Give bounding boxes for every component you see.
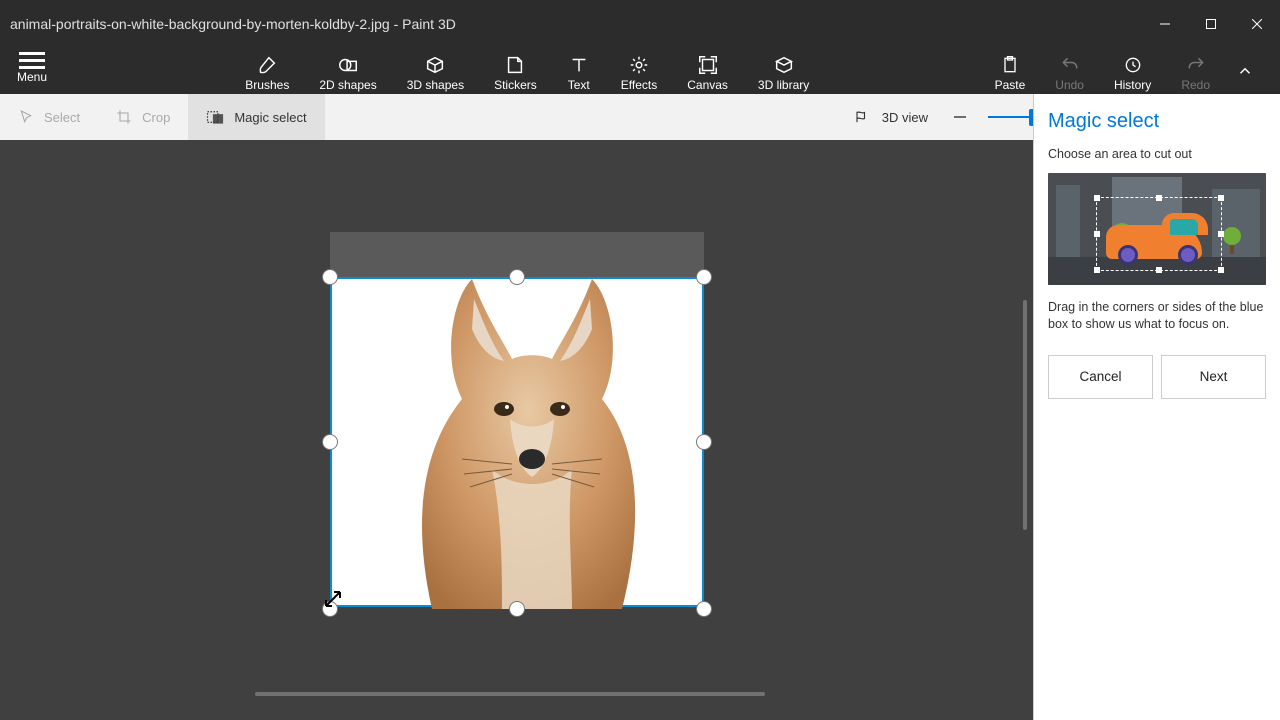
panel-hint: Drag in the corners or sides of the blue… — [1048, 299, 1266, 333]
zoom-out-button[interactable] — [946, 103, 974, 131]
next-button[interactable]: Next — [1161, 355, 1266, 399]
cancel-button[interactable]: Cancel — [1048, 355, 1153, 399]
panel-title: Magic select — [1048, 110, 1266, 133]
canvas-image — [392, 269, 652, 609]
undo-icon — [1058, 54, 1082, 76]
maximize-button[interactable] — [1188, 8, 1234, 40]
resize-handle-w[interactable] — [322, 434, 338, 450]
brush-icon — [255, 54, 279, 76]
magic-select-panel: Magic select Choose an area to cut out D… — [1033, 94, 1280, 720]
tool-magic-select[interactable]: Magic select — [188, 94, 324, 140]
crop-icon — [116, 109, 132, 125]
tool-crop: Crop — [98, 94, 188, 140]
redo-icon — [1184, 54, 1208, 76]
canvas-workspace[interactable] — [0, 140, 1033, 720]
ribbon-effects[interactable]: Effects — [617, 52, 661, 92]
resize-handle-se[interactable] — [696, 601, 712, 617]
flag-3d-icon — [854, 109, 872, 125]
stickers-icon — [503, 54, 527, 76]
panel-demo-image — [1048, 173, 1266, 285]
close-button[interactable] — [1234, 8, 1280, 40]
shapes-3d-icon — [423, 54, 447, 76]
panel-subtitle: Choose an area to cut out — [1048, 147, 1266, 161]
ribbon-3d-shapes[interactable]: 3D shapes — [403, 52, 468, 92]
ribbon: Menu Brushes 2D shapes 3D shapes Sticker… — [0, 48, 1280, 94]
ribbon-3d-library[interactable]: 3D library — [754, 52, 813, 92]
titlebar: animal-portraits-on-white-background-by-… — [0, 0, 1280, 48]
ribbon-redo: Redo — [1177, 52, 1214, 92]
effects-icon — [627, 54, 651, 76]
vertical-scrollbar[interactable] — [1023, 300, 1027, 530]
ribbon-brushes[interactable]: Brushes — [241, 52, 293, 92]
ribbon-undo: Undo — [1051, 52, 1088, 92]
menu-button[interactable]: Menu — [0, 48, 64, 94]
text-icon — [567, 54, 591, 76]
canvas-icon — [696, 54, 720, 76]
cursor-icon — [18, 109, 34, 125]
resize-handle-nw[interactable] — [322, 269, 338, 285]
tool-select: Select — [0, 94, 98, 140]
expand-panel-button[interactable] — [1236, 62, 1260, 85]
horizontal-scrollbar[interactable] — [255, 692, 765, 696]
paste-icon — [998, 54, 1022, 76]
ribbon-paste[interactable]: Paste — [991, 52, 1030, 92]
canvas-selection[interactable] — [330, 277, 704, 607]
resize-handle-n[interactable] — [509, 269, 525, 285]
ribbon-2d-shapes[interactable]: 2D shapes — [315, 52, 380, 92]
window-title: animal-portraits-on-white-background-by-… — [10, 16, 1142, 32]
tool-3d-view[interactable]: 3D view — [836, 94, 946, 140]
resize-handle-e[interactable] — [696, 434, 712, 450]
ribbon-stickers[interactable]: Stickers — [490, 52, 541, 92]
menu-icon — [19, 59, 45, 62]
resize-cursor-icon — [324, 590, 342, 608]
resize-handle-ne[interactable] — [696, 269, 712, 285]
ribbon-text[interactable]: Text — [563, 52, 595, 92]
ribbon-history[interactable]: History — [1110, 52, 1155, 92]
resize-handle-s[interactable] — [509, 601, 525, 617]
magic-select-icon — [206, 109, 224, 125]
shapes-2d-icon — [336, 54, 360, 76]
minimize-button[interactable] — [1142, 8, 1188, 40]
library-3d-icon — [772, 54, 796, 76]
ribbon-canvas[interactable]: Canvas — [683, 52, 732, 92]
history-icon — [1121, 54, 1145, 76]
